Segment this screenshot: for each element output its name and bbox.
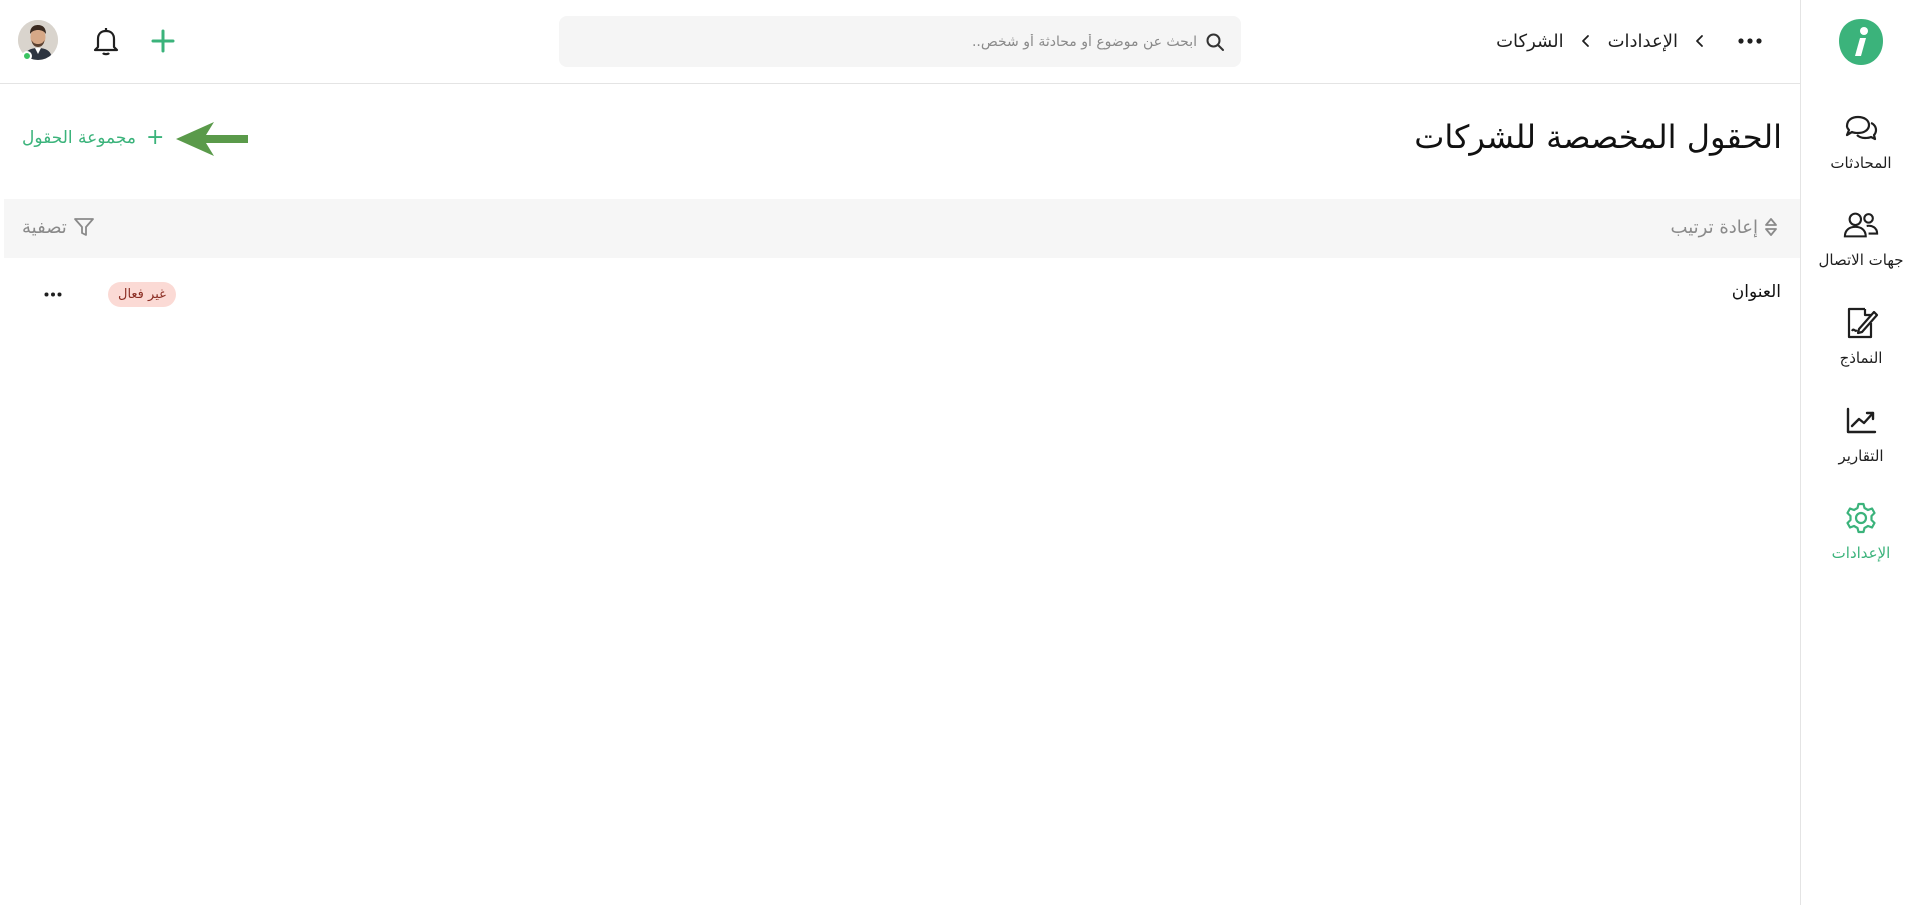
filter-label: تصفية: [22, 216, 67, 238]
sidebar-item-label: جهات الاتصال: [1818, 251, 1904, 269]
filter-funnel-icon: [73, 218, 94, 236]
sidebar-item-label: النماذج: [1839, 349, 1883, 367]
sidebar-item-contacts[interactable]: جهات الاتصال: [1801, 207, 1920, 297]
sidebar-item-label: الإعدادات: [1831, 544, 1891, 562]
contacts-icon: [1843, 207, 1879, 243]
settings-gear-icon: [1843, 500, 1879, 536]
topbar: الإعدادات الشركات: [0, 0, 1800, 84]
sidebar-item-reports[interactable]: التقارير: [1801, 403, 1920, 493]
chevron-left-icon: [1581, 35, 1589, 47]
chat-bubbles-icon: [1843, 110, 1879, 146]
reorder-label: إعادة ترتيب: [1670, 216, 1758, 238]
plus-icon: +: [145, 125, 165, 150]
page-title: الحقول المخصصة للشركات: [1414, 118, 1782, 156]
table-row[interactable]: العنوان غير فعال: [4, 276, 1800, 312]
add-field-group-button[interactable]: + مجموعة الحقول: [22, 125, 165, 150]
add-icon[interactable]: [150, 28, 176, 54]
more-horizontal-icon[interactable]: [1736, 38, 1764, 44]
search-input[interactable]: [597, 33, 1197, 50]
chevron-left-icon: [1696, 35, 1703, 47]
search-icon: [1206, 33, 1224, 51]
reports-chart-icon: [1843, 403, 1879, 439]
sort-arrows-icon: [1765, 218, 1777, 236]
sidebar-item-forms[interactable]: النماذج: [1801, 305, 1920, 395]
bell-icon[interactable]: [92, 26, 120, 56]
online-status-dot: [22, 51, 32, 61]
sidebar-item-conversations[interactable]: المحادثات: [1801, 110, 1920, 200]
breadcrumb-companies[interactable]: الشركات: [1496, 31, 1563, 52]
app-root: المحادثات جهات الاتصال النماذج التقارير …: [0, 0, 1920, 905]
status-badge: غير فعال: [108, 282, 176, 307]
breadcrumb-settings[interactable]: الإعدادات: [1608, 31, 1678, 52]
sidebar-item-label: المحادثات: [1830, 154, 1892, 172]
forms-edit-icon: [1843, 305, 1879, 341]
sidebar-item-label: التقارير: [1838, 447, 1884, 465]
breadcrumb: الإعدادات الشركات: [1496, 24, 1764, 58]
add-field-group-label: مجموعة الحقول: [22, 128, 136, 148]
sidebar: المحادثات جهات الاتصال النماذج التقارير …: [1800, 0, 1920, 905]
row-more-icon[interactable]: [40, 284, 66, 304]
filter-button[interactable]: تصفية: [22, 216, 95, 238]
pointer-arrow-icon: [176, 122, 248, 156]
reorder-button[interactable]: إعادة ترتيب: [1671, 216, 1778, 238]
fields-toolbar: إعادة ترتيب تصفية: [4, 199, 1800, 258]
search-bar[interactable]: [559, 16, 1241, 67]
field-name: العنوان: [1731, 282, 1781, 302]
app-logo-icon[interactable]: [1837, 17, 1885, 67]
sidebar-item-settings[interactable]: الإعدادات: [1801, 500, 1920, 590]
